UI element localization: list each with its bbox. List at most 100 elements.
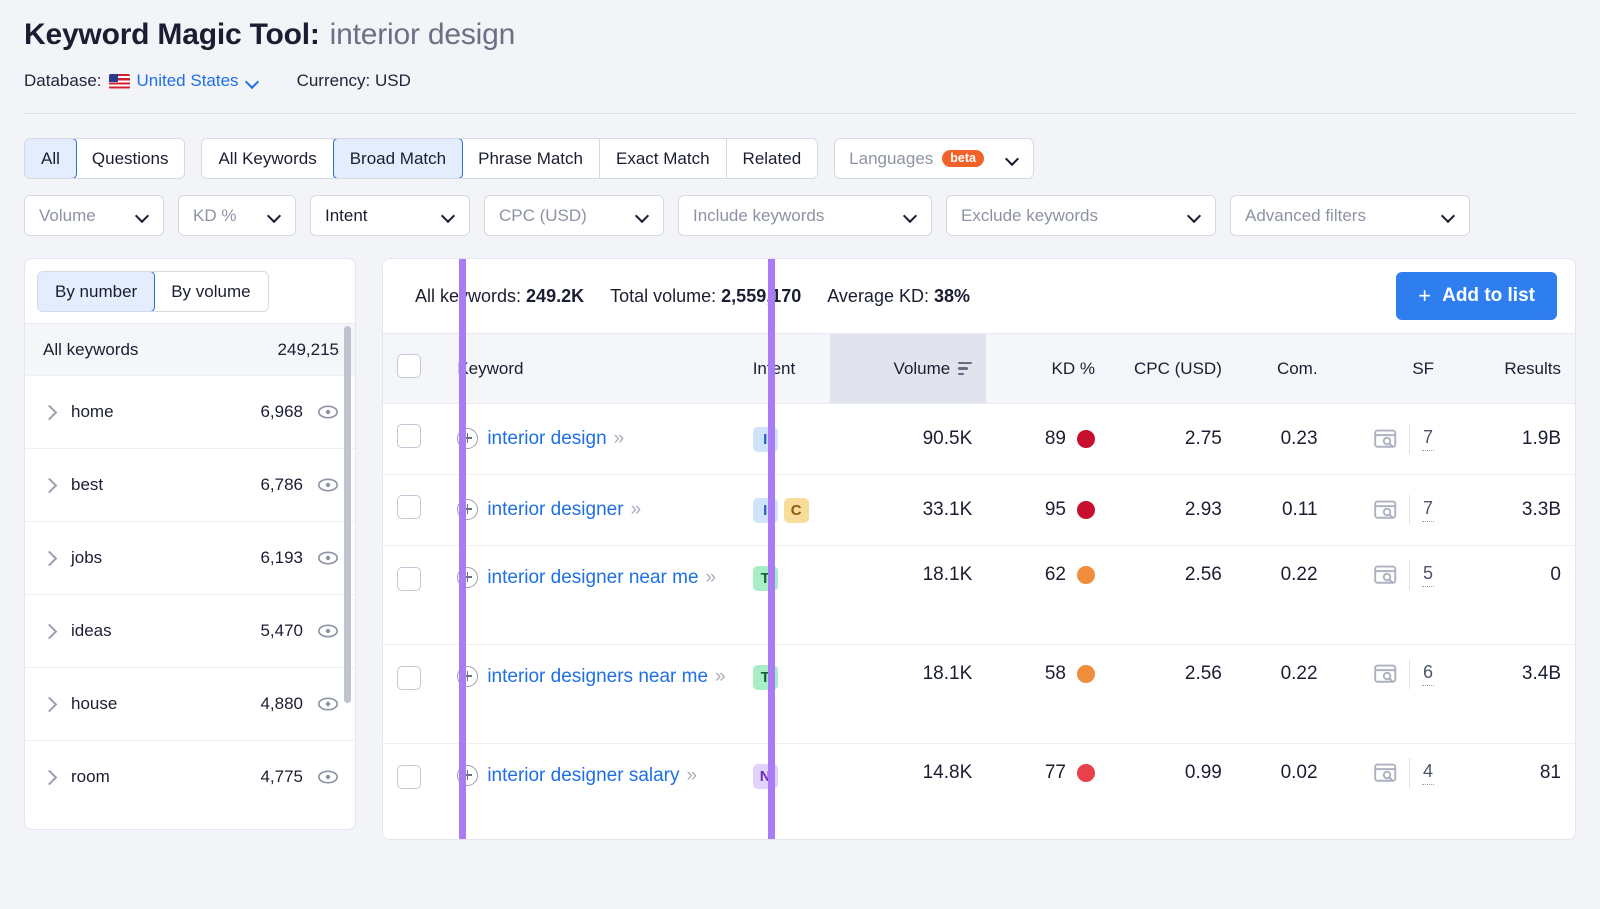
double-chevron-right-icon[interactable]: » xyxy=(631,496,639,524)
chevron-down-icon[interactable] xyxy=(442,209,455,222)
sidebar-item-home[interactable]: home 6,968 xyxy=(25,375,355,448)
row-checkbox[interactable] xyxy=(397,424,421,448)
sf-count[interactable]: 6 xyxy=(1422,662,1434,686)
eye-icon[interactable] xyxy=(317,547,339,569)
eye-icon[interactable] xyxy=(317,401,339,423)
languages-dropdown[interactable]: Languages beta xyxy=(834,138,1034,179)
double-chevron-right-icon[interactable]: » xyxy=(706,564,714,592)
toggle-by-number[interactable]: By number xyxy=(37,271,155,312)
keyword-link[interactable]: interior design» xyxy=(487,425,621,453)
chevron-down-icon[interactable] xyxy=(904,209,917,222)
intent-badge-commercial[interactable]: C xyxy=(784,498,809,523)
tab-all-keywords[interactable]: All Keywords xyxy=(202,139,333,178)
table-row[interactable]: interior design» I 90.5K 89 xyxy=(383,404,1575,475)
tab-phrase-match[interactable]: Phrase Match xyxy=(462,139,600,178)
row-checkbox[interactable] xyxy=(397,567,421,591)
table-row[interactable]: interior designers near me» T 18.1K 58 xyxy=(383,645,1575,744)
tab-exact-match[interactable]: Exact Match xyxy=(600,139,727,178)
eye-icon[interactable] xyxy=(317,620,339,642)
chevron-down-icon[interactable] xyxy=(1188,209,1201,222)
serp-features-icon[interactable] xyxy=(1374,763,1397,784)
intent-badge-transactional[interactable]: T xyxy=(753,665,778,690)
header-keyword[interactable]: Keyword xyxy=(443,334,738,404)
keyword-link[interactable]: interior designer salary» xyxy=(487,762,694,790)
header-results[interactable]: Results xyxy=(1448,334,1575,404)
chevron-down-icon[interactable] xyxy=(1006,152,1019,165)
table-row[interactable]: interior designer» I C 33.1K 95 xyxy=(383,475,1575,546)
tab-related[interactable]: Related xyxy=(727,139,818,178)
header-kd[interactable]: KD % xyxy=(986,334,1109,404)
double-chevron-right-icon[interactable]: » xyxy=(687,762,695,790)
filter-cpc[interactable]: CPC (USD) xyxy=(484,195,664,236)
filter-advanced[interactable]: Advanced filters xyxy=(1230,195,1470,236)
filter-volume[interactable]: Volume xyxy=(24,195,164,236)
double-chevron-right-icon[interactable]: » xyxy=(614,425,622,453)
serp-features-icon[interactable] xyxy=(1374,429,1397,450)
database-selector[interactable]: Database: United States xyxy=(24,71,259,91)
chevron-down-icon[interactable] xyxy=(136,209,149,222)
tab-broad-match[interactable]: Broad Match xyxy=(333,138,463,179)
row-cpc-cell: 2.56 xyxy=(1109,645,1236,744)
sidebar-item-all-keywords[interactable]: All keywords 249,215 xyxy=(25,323,355,375)
sidebar-item-count: 6,968 xyxy=(260,402,303,422)
eye-icon[interactable] xyxy=(317,474,339,496)
add-keyword-icon[interactable] xyxy=(457,567,478,588)
tab-all[interactable]: All xyxy=(24,138,77,179)
add-keyword-icon[interactable] xyxy=(457,666,478,687)
tab-questions[interactable]: Questions xyxy=(76,139,185,178)
select-all-checkbox[interactable] xyxy=(397,354,421,378)
eye-icon[interactable] xyxy=(317,766,339,788)
header-sf[interactable]: SF xyxy=(1332,334,1448,404)
double-chevron-right-icon[interactable]: » xyxy=(715,663,723,691)
keyword-link[interactable]: interior designers near me» xyxy=(487,663,722,691)
intent-badge-informational[interactable]: I xyxy=(753,427,778,452)
chevron-down-icon[interactable] xyxy=(268,209,281,222)
row-keyword-cell: interior designers near me» xyxy=(443,645,738,744)
serp-features-icon[interactable] xyxy=(1374,664,1397,685)
add-keyword-icon[interactable] xyxy=(457,428,478,449)
keyword-link[interactable]: interior designer near me» xyxy=(487,564,713,592)
chevron-down-icon[interactable] xyxy=(246,75,259,88)
intent-badge-navigational[interactable]: N xyxy=(753,764,778,789)
sidebar-item-house[interactable]: house 4,880 xyxy=(25,667,355,740)
filter-include-keywords[interactable]: Include keywords xyxy=(678,195,932,236)
filter-kd[interactable]: KD % xyxy=(178,195,296,236)
row-com-cell: 0.11 xyxy=(1236,475,1332,546)
sf-count[interactable]: 4 xyxy=(1422,761,1434,785)
sidebar-scrollbar[interactable] xyxy=(344,326,351,821)
filter-exclude-keywords[interactable]: Exclude keywords xyxy=(946,195,1216,236)
filter-intent[interactable]: Intent xyxy=(310,195,470,236)
row-sf-cell: 7 xyxy=(1332,475,1448,546)
table-row[interactable]: interior designer salary» N 14.8K 77 xyxy=(383,744,1575,841)
row-checkbox[interactable] xyxy=(397,495,421,519)
sf-count[interactable]: 5 xyxy=(1422,563,1434,587)
header-cpc[interactable]: CPC (USD) xyxy=(1109,334,1236,404)
add-keyword-icon[interactable] xyxy=(457,765,478,786)
sidebar-item-room[interactable]: room 4,775 xyxy=(25,740,355,813)
header-com[interactable]: Com. xyxy=(1236,334,1332,404)
eye-icon[interactable] xyxy=(317,693,339,715)
keyword-link[interactable]: interior designer» xyxy=(487,496,638,524)
sf-count[interactable]: 7 xyxy=(1422,427,1434,451)
intent-badge-transactional[interactable]: T xyxy=(753,566,778,591)
sidebar-scrollbar-thumb[interactable] xyxy=(344,326,351,703)
add-keyword-icon[interactable] xyxy=(457,499,478,520)
database-value[interactable]: United States xyxy=(137,71,239,91)
row-checkbox[interactable] xyxy=(397,666,421,690)
sidebar-item-jobs[interactable]: jobs 6,193 xyxy=(25,521,355,594)
serp-features-icon[interactable] xyxy=(1374,500,1397,521)
add-to-list-button[interactable]: + Add to list xyxy=(1396,272,1557,320)
chevron-down-icon[interactable] xyxy=(1442,209,1455,222)
table-row[interactable]: interior designer near me» T 18.1K 62 xyxy=(383,546,1575,645)
toggle-by-volume[interactable]: By volume xyxy=(154,272,267,311)
row-checkbox[interactable] xyxy=(397,765,421,789)
sidebar-item-ideas[interactable]: ideas 5,470 xyxy=(25,594,355,667)
sort-descending-icon[interactable] xyxy=(958,362,972,376)
sidebar-item-best[interactable]: best 6,786 xyxy=(25,448,355,521)
intent-badge-informational[interactable]: I xyxy=(753,498,778,523)
header-volume[interactable]: Volume xyxy=(830,334,986,404)
header-intent[interactable]: Intent xyxy=(739,334,831,404)
chevron-down-icon[interactable] xyxy=(636,209,649,222)
serp-features-icon[interactable] xyxy=(1374,565,1397,586)
sf-count[interactable]: 7 xyxy=(1422,498,1434,522)
